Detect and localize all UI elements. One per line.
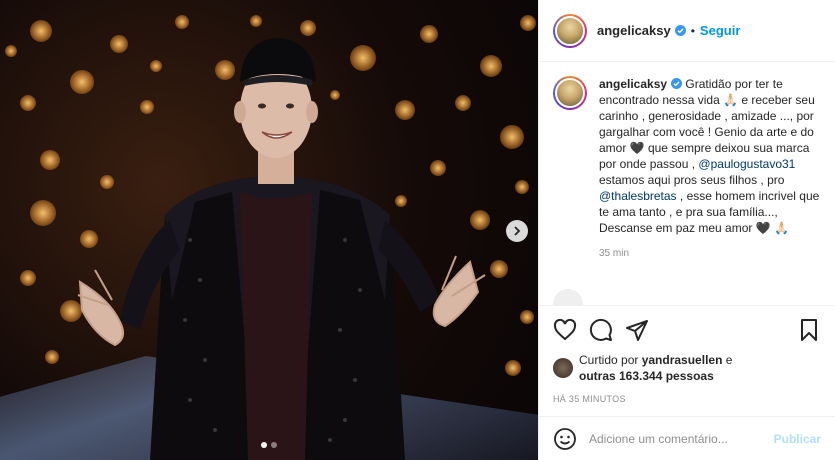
caption-username[interactable]: angelicaksy [599, 77, 667, 91]
comment-input[interactable] [589, 431, 774, 446]
publish-button[interactable]: Publicar [774, 432, 821, 446]
caption-avatar[interactable] [553, 76, 587, 110]
caption-text: angelicaksy Gratidão por ter te encontra… [599, 76, 821, 236]
post-date[interactable]: HÁ 35 MINUTOS [553, 394, 821, 404]
carousel-dot-2 [271, 442, 277, 448]
verified-badge-icon [674, 25, 686, 36]
post-header: angelicaksy • Seguir [539, 0, 835, 62]
smiley-icon[interactable] [553, 427, 577, 451]
post-side-panel: angelicaksy • Seguir angelicaksy Gratidã… [538, 0, 835, 460]
add-comment-bar: Publicar [539, 416, 835, 460]
likes-text: Curtido por yandrasuellen e outras 163.3… [579, 352, 732, 384]
paper-plane-icon[interactable] [625, 318, 649, 342]
man-in-cap-photo [77, 38, 486, 460]
liker-avatar[interactable] [553, 358, 573, 378]
liker-username[interactable]: yandrasuellen [642, 353, 723, 367]
carousel-dot-1 [261, 442, 267, 448]
instagram-post: angelicaksy • Seguir angelicaksy Gratidã… [0, 0, 835, 460]
comment-icon[interactable] [589, 318, 613, 342]
likes-count-link[interactable]: outras 163.344 pessoas [579, 369, 714, 383]
likes-prefix: Curtido por [579, 353, 642, 367]
verified-badge-icon [671, 78, 683, 89]
mention-link-paulogustavo31[interactable]: @paulogustavo31 [698, 157, 795, 171]
action-bar [553, 312, 821, 348]
author-avatar[interactable] [553, 13, 587, 48]
chevron-right-icon [514, 226, 521, 236]
likes-summary: Curtido por yandrasuellen e outras 163.3… [553, 352, 821, 384]
caption-body-2: estamos aqui pros seus filhos , pro [599, 173, 785, 187]
likes-conjunction: e [722, 353, 733, 367]
post-actions-section: Curtido por yandrasuellen e outras 163.3… [539, 305, 835, 416]
carousel-next-button[interactable] [506, 220, 528, 242]
author-username[interactable]: angelicaksy [597, 23, 671, 38]
post-media[interactable] [0, 0, 538, 460]
post-caption: angelicaksy Gratidão por ter te encontra… [553, 76, 821, 236]
heart-icon[interactable] [553, 318, 577, 342]
next-comment-avatar [553, 289, 583, 305]
caption-timestamp[interactable]: 35 min [599, 248, 821, 259]
follow-button[interactable]: Seguir [700, 23, 740, 38]
header-separator: • [690, 23, 695, 38]
bookmark-icon[interactable] [797, 318, 821, 342]
carousel-indicator [261, 442, 277, 448]
mention-link-thalesbretas[interactable]: @thalesbretas [599, 189, 677, 203]
comments-section: angelicaksy Gratidão por ter te encontra… [539, 62, 835, 305]
